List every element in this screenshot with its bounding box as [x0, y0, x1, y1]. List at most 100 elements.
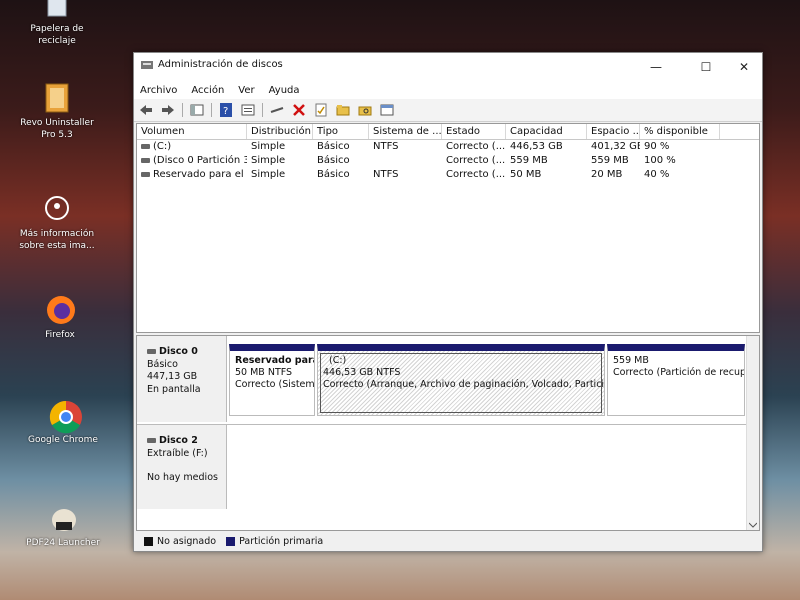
table-cell: 446,53 GB [510, 141, 563, 152]
table-cell: 90 % [644, 141, 670, 152]
disk-management-icon [141, 61, 153, 69]
close-button[interactable]: ✕ [726, 57, 762, 77]
disk-status: No hay medios [147, 472, 218, 483]
column-header[interactable]: % disponible [640, 124, 720, 139]
disk-0-label[interactable]: Disco 0 Básico 447,13 GB En pantalla [137, 336, 227, 422]
disk-icon [147, 438, 156, 443]
desktop-icon-mas-informacion[interactable]: Más información sobre esta ima... [12, 193, 102, 252]
desktop-icon-label: Google Chrome [28, 435, 98, 445]
chevron-down-icon[interactable] [749, 522, 757, 528]
desktop-icon-pdf24[interactable]: PDF24 Launcher [18, 502, 108, 549]
delete-icon[interactable] [291, 103, 307, 117]
disk-type: Básico [147, 358, 178, 370]
table-cell: Simple [251, 169, 286, 180]
table-cell: Básico [317, 169, 350, 180]
disk-2-row: Disco 2 Extraíble (F:) No hay medios [137, 424, 747, 509]
disk-management-window: Administración de discos — ☐ ✕ Archivo A… [133, 52, 763, 552]
menu-ver[interactable]: Ver [238, 85, 254, 96]
legend: No asignado Partición primaria [136, 533, 766, 549]
volume-icon [141, 157, 150, 163]
column-header[interactable]: Volumen [137, 124, 247, 139]
disk-icon [147, 349, 156, 354]
partition-status: Correcto (Sistem [235, 379, 315, 390]
maximize-button[interactable]: ☐ [688, 57, 724, 77]
legend-label: Partición primaria [239, 535, 324, 547]
revo-uninstaller-icon [42, 82, 72, 114]
legend-swatch-primary [226, 536, 236, 546]
disk-name: Disco 0 [159, 346, 198, 357]
table-cell: 559 MB [510, 155, 548, 166]
desktop-icon-firefox[interactable]: Firefox [15, 294, 105, 341]
recycle-bin-icon [42, 0, 72, 20]
partition-size: 446,53 GB NTFS [323, 367, 401, 378]
properties-icon[interactable] [240, 103, 256, 117]
disk-2-label[interactable]: Disco 2 Extraíble (F:) No hay medios [137, 425, 227, 509]
table-cell: Correcto (... [446, 141, 506, 152]
toolbar-separator [262, 103, 263, 117]
desktop-icon-label: Más información sobre esta ima... [19, 229, 95, 251]
title-bar[interactable]: Administración de discos — ☐ ✕ [134, 53, 762, 81]
folder-icon[interactable] [335, 103, 351, 117]
volume-list-header: Volumen Distribución Tipo Sistema de ...… [137, 124, 759, 140]
table-cell [369, 154, 442, 168]
desktop-icon-revo-uninstaller[interactable]: Revo Uninstaller Pro 5.3 [12, 82, 102, 141]
column-header[interactable]: Distribución [247, 124, 313, 139]
forward-icon[interactable] [160, 103, 176, 117]
partition-reserved[interactable]: Reservado para 50 MB NTFS Correcto (Sist… [229, 344, 315, 416]
table-cell: NTFS [373, 169, 399, 180]
partition-recovery[interactable]: 559 MB Correcto (Partición de recupe [607, 344, 745, 416]
table-cell: NTFS [373, 141, 399, 152]
vertical-scrollbar[interactable] [746, 336, 759, 530]
check-document-icon[interactable] [313, 103, 329, 117]
table-cell: 50 MB [510, 169, 542, 180]
column-header[interactable]: Espacio ... [587, 124, 640, 139]
disk-status: En pantalla [147, 383, 201, 395]
legend-label: No asignado [157, 535, 217, 547]
desktop-icon-label: Firefox [45, 330, 75, 340]
volume-icon [141, 171, 150, 177]
table-row[interactable]: (Disco 0 Partición 3) Simple Básico Corr… [137, 154, 759, 168]
table-cell: (C:) [153, 141, 172, 152]
column-header[interactable]: Capacidad [506, 124, 587, 139]
desktop-icon-label: Papelera de reciclaje [30, 24, 84, 46]
disk-0-row: Disco 0 Básico 447,13 GB En pantalla Res… [137, 336, 747, 422]
table-row[interactable]: (C:) Simple Básico NTFS Correcto (... 44… [137, 140, 759, 154]
menu-accion[interactable]: Acción [191, 85, 224, 96]
partition-c[interactable]: (C:) 446,53 GB NTFS Correcto (Arranque, … [317, 344, 605, 416]
firefox-icon [45, 294, 75, 326]
table-cell: 20 MB [591, 169, 623, 180]
menu-ayuda[interactable]: Ayuda [269, 85, 300, 96]
table-cell: 401,32 GB [591, 141, 640, 152]
disk-type: Extraíble (F:) [147, 447, 208, 459]
table-cell: Correcto (... [446, 155, 506, 166]
volume-icon [141, 143, 150, 149]
help-icon[interactable]: ? [218, 103, 234, 117]
connect-icon[interactable] [269, 103, 285, 117]
column-header[interactable]: Sistema de ... [369, 124, 442, 139]
chrome-icon [48, 399, 82, 434]
table-cell: Simple [251, 141, 286, 152]
desktop-icon-label: Revo Uninstaller Pro 5.3 [20, 118, 94, 140]
table-row[interactable]: Reservado para el ... Simple Básico NTFS… [137, 168, 759, 182]
table-cell: Básico [317, 141, 350, 152]
column-header[interactable]: Tipo [313, 124, 369, 139]
svg-text:?: ? [223, 106, 228, 117]
table-cell: 40 % [644, 169, 670, 180]
minimize-button[interactable]: — [638, 57, 674, 77]
view-icon[interactable] [379, 103, 395, 117]
search-folder-icon[interactable] [357, 103, 373, 117]
partition-size: 50 MB NTFS [235, 367, 293, 378]
table-cell: Reservado para el ... [153, 169, 247, 180]
toolbar-separator [182, 103, 183, 117]
table-cell: (Disco 0 Partición 3) [153, 155, 247, 166]
pdf24-icon [48, 502, 78, 534]
disk-size: 447,13 GB [147, 371, 198, 382]
desktop-icon-recycle-bin[interactable]: Papelera de reciclaje [12, 0, 102, 47]
desktop-icon-chrome[interactable]: Google Chrome [18, 399, 108, 446]
disk-name: Disco 2 [159, 435, 198, 446]
disk-blank [147, 460, 226, 472]
column-header[interactable]: Estado [442, 124, 506, 139]
console-tree-icon[interactable] [189, 103, 205, 117]
menu-archivo[interactable]: Archivo [140, 85, 177, 96]
back-icon[interactable] [138, 103, 154, 117]
